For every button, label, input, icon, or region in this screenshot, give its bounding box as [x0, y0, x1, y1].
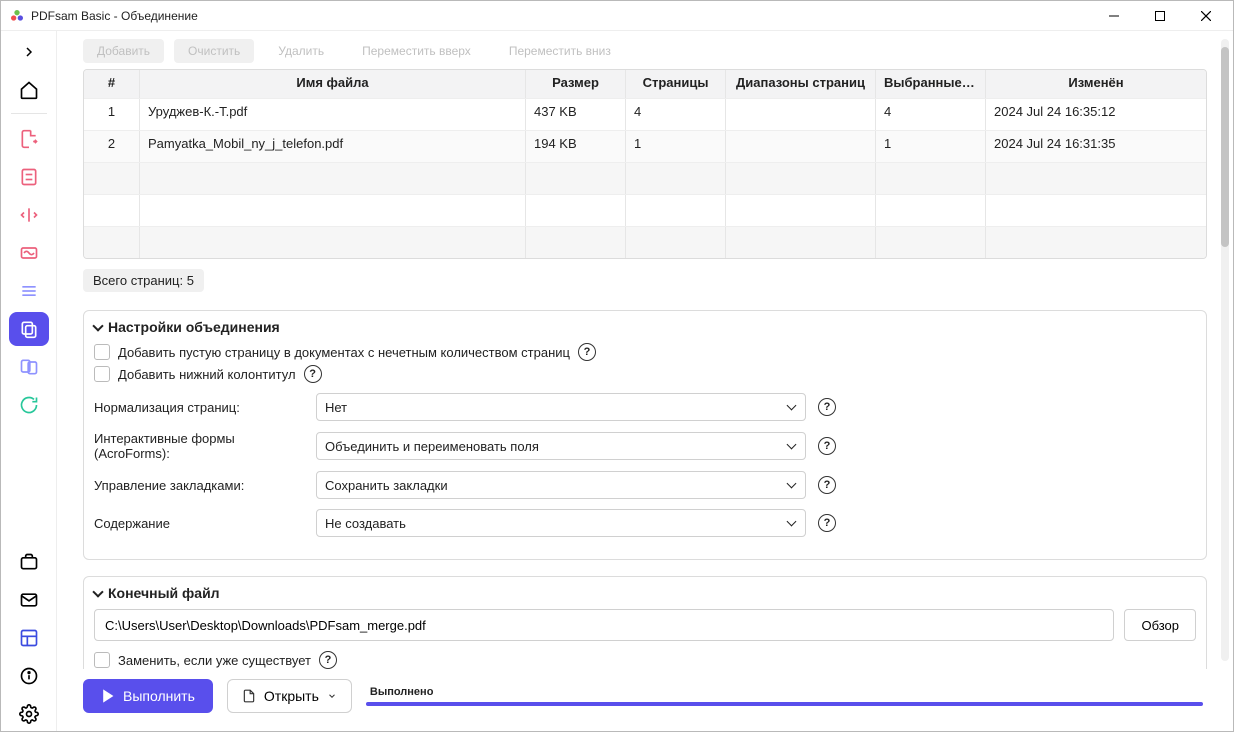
sidebar-merge-icon[interactable]: [9, 312, 49, 346]
close-button[interactable]: [1183, 1, 1229, 31]
files-table: # Имя файла Размер Страницы Диапазоны ст…: [83, 69, 1207, 259]
sidebar-home-icon[interactable]: [9, 73, 49, 107]
scrollbar[interactable]: [1221, 39, 1229, 661]
ghost-btn-remove[interactable]: Удалить: [264, 39, 338, 63]
ghost-btn-moveup[interactable]: Переместить вверх: [348, 39, 485, 63]
window-title: PDFsam Basic - Объединение: [31, 9, 1091, 23]
bookmarks-label: Управление закладками:: [94, 478, 304, 493]
col-ranges[interactable]: Диапазоны страниц: [726, 70, 876, 98]
chk-add-blank[interactable]: [94, 344, 110, 360]
sidebar-split-icon[interactable]: [9, 198, 49, 232]
sidebar-crop-icon[interactable]: [9, 236, 49, 270]
footer: Выполнить Открыть Выполнено: [57, 669, 1233, 731]
sidebar-extract-icon[interactable]: [9, 122, 49, 156]
chk-add-footer-label: Добавить нижний колонтитул: [118, 367, 296, 382]
toc-label: Содержание: [94, 516, 304, 531]
main: Добавить Очистить Удалить Переместить вв…: [57, 31, 1233, 731]
sidebar-alternate-icon[interactable]: [9, 350, 49, 384]
normalize-label: Нормализация страниц:: [94, 400, 304, 415]
table-header: # Имя файла Размер Страницы Диапазоны ст…: [84, 70, 1206, 98]
help-icon[interactable]: ?: [818, 398, 836, 416]
bookmarks-select[interactable]: Сохранить закладки: [316, 471, 806, 499]
ghost-btn-movedown[interactable]: Переместить вниз: [495, 39, 625, 63]
sidebar-settings-icon[interactable]: [9, 697, 49, 731]
merge-settings-title[interactable]: Настройки объединения: [94, 319, 1196, 335]
sidebar-rotate-icon[interactable]: [9, 388, 49, 422]
chk-overwrite[interactable]: [94, 652, 110, 668]
chk-add-footer[interactable]: [94, 366, 110, 382]
output-panel-title[interactable]: Конечный файл: [94, 585, 1196, 601]
window: PDFsam Basic - Объединение: [0, 0, 1234, 732]
open-button[interactable]: Открыть: [227, 679, 352, 713]
acro-select[interactable]: Объединить и переименовать поля: [316, 432, 806, 460]
table-row-empty: [84, 226, 1206, 258]
sidebar-split-bookmarks-icon[interactable]: [9, 160, 49, 194]
help-icon[interactable]: ?: [578, 343, 596, 361]
output-path-input[interactable]: [94, 609, 1114, 641]
normalize-select[interactable]: Нет: [316, 393, 806, 421]
minimize-button[interactable]: [1091, 1, 1137, 31]
merge-settings-panel: Настройки объединения Добавить пустую ст…: [83, 310, 1207, 560]
col-pages[interactable]: Страницы: [626, 70, 726, 98]
run-button[interactable]: Выполнить: [83, 679, 213, 713]
help-icon[interactable]: ?: [319, 651, 337, 669]
col-name[interactable]: Имя файла: [140, 70, 526, 98]
table-row-empty: [84, 194, 1206, 226]
sidebar-size-split-icon[interactable]: [9, 274, 49, 308]
help-icon[interactable]: ?: [818, 514, 836, 532]
table-row[interactable]: 1 Уруджев-К.-Т.pdf 437 KB 4 4 2024 Jul 2…: [84, 98, 1206, 130]
chk-overwrite-label: Заменить, если уже существует: [118, 653, 311, 668]
col-sel[interactable]: Выбранные с...: [876, 70, 986, 98]
file-toolbar: Добавить Очистить Удалить Переместить вв…: [83, 39, 1207, 63]
ghost-btn-add[interactable]: Добавить: [83, 39, 164, 63]
sidebar-collapse-icon[interactable]: [9, 35, 49, 69]
sidebar-info-icon[interactable]: [9, 659, 49, 693]
help-icon[interactable]: ?: [818, 476, 836, 494]
help-icon[interactable]: ?: [818, 437, 836, 455]
help-icon[interactable]: ?: [304, 365, 322, 383]
sidebar-news-icon[interactable]: [9, 621, 49, 655]
output-panel: Конечный файл Обзор Заменить, если уже с…: [83, 576, 1207, 669]
table-row[interactable]: 2 Pamyatka_Mobil_ny_j_telefon.pdf 194 KB…: [84, 130, 1206, 162]
chevron-down-icon: [327, 691, 337, 701]
titlebar: PDFsam Basic - Объединение: [1, 1, 1233, 31]
table-row-empty: [84, 162, 1206, 194]
total-pages-chip: Всего страниц: 5: [83, 269, 204, 292]
col-mod[interactable]: Изменён: [986, 70, 1206, 98]
acro-label: Интерактивные формы (AcroForms):: [94, 431, 304, 461]
chk-add-blank-label: Добавить пустую страницу в документах с …: [118, 345, 570, 360]
maximize-button[interactable]: [1137, 1, 1183, 31]
col-idx[interactable]: #: [84, 70, 140, 98]
col-size[interactable]: Размер: [526, 70, 626, 98]
browse-button[interactable]: Обзор: [1124, 609, 1196, 641]
sidebar-mail-icon[interactable]: [9, 583, 49, 617]
app-icon: [9, 8, 25, 24]
ghost-btn-clear[interactable]: Очистить: [174, 39, 254, 63]
status-text: Выполнено: [366, 686, 1203, 698]
toc-select[interactable]: Не создавать: [316, 509, 806, 537]
sidebar-workspace-icon[interactable]: [9, 545, 49, 579]
sidebar: [1, 31, 57, 731]
progress-bar: [366, 702, 1203, 706]
